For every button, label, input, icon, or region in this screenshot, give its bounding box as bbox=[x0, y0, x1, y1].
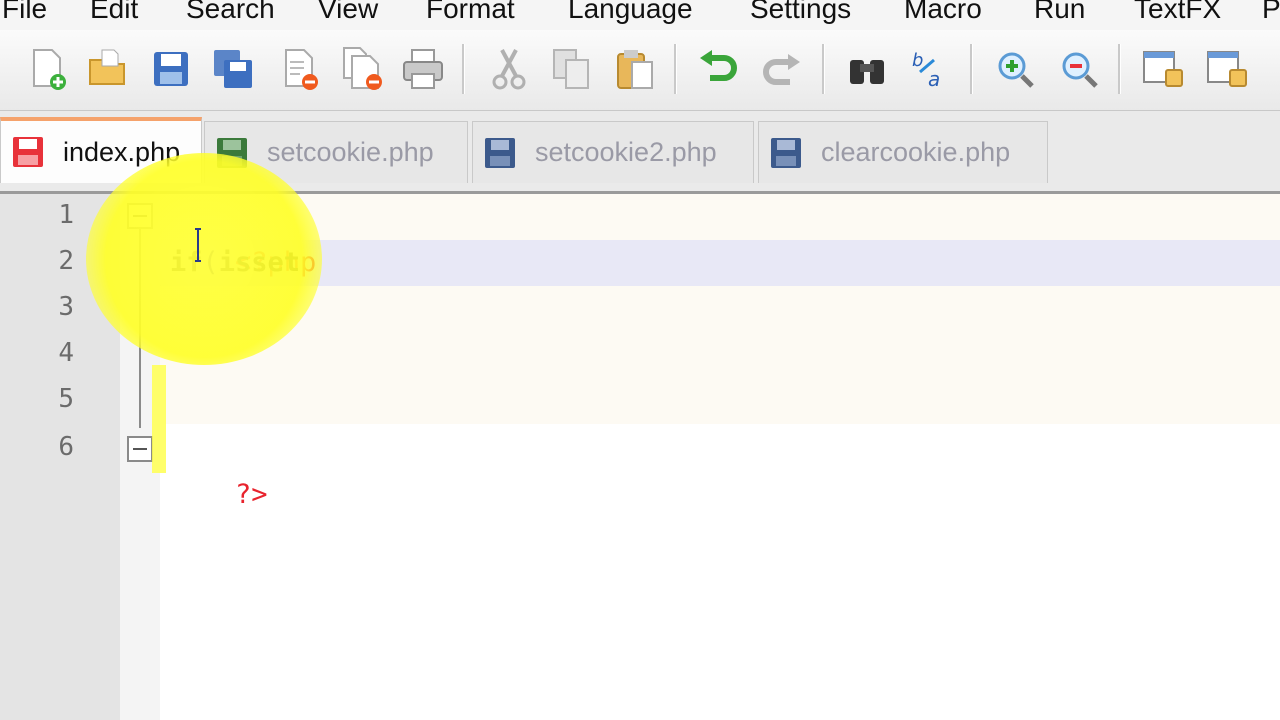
cut-icon bbox=[492, 49, 526, 90]
tab-index-php[interactable]: index.php bbox=[0, 117, 202, 183]
sync-horizontal-button[interactable] bbox=[1202, 44, 1252, 94]
line-number: 6 bbox=[58, 432, 74, 462]
line-background bbox=[160, 378, 1280, 424]
replace-icon: ba bbox=[912, 50, 940, 91]
menu-view[interactable]: View bbox=[318, 0, 378, 27]
line-background bbox=[160, 194, 1280, 240]
line-number: 5 bbox=[58, 384, 74, 414]
toolbar-separator bbox=[822, 44, 825, 94]
line-number: 1 bbox=[58, 200, 74, 230]
print-icon bbox=[403, 49, 443, 89]
open-paren: ( bbox=[202, 247, 219, 278]
new-file-button[interactable] bbox=[22, 44, 72, 94]
line-background bbox=[160, 332, 1280, 378]
saved-file-icon bbox=[769, 136, 803, 170]
menu-file[interactable]: File bbox=[2, 0, 47, 27]
print-button[interactable] bbox=[398, 44, 448, 94]
tab-label: clearcookie.php bbox=[821, 137, 1011, 167]
toolbar-separator bbox=[970, 44, 973, 94]
save-button[interactable] bbox=[146, 44, 196, 94]
tab-setcookie2-php[interactable]: setcookie2.php bbox=[472, 121, 754, 183]
toolbar: ba bbox=[0, 30, 1280, 111]
zoom-in-button[interactable] bbox=[990, 44, 1040, 94]
saved-file-icon bbox=[483, 136, 517, 170]
zoom-out-icon bbox=[1062, 52, 1098, 88]
find-icon bbox=[850, 60, 884, 84]
menu-textfx[interactable]: TextFX bbox=[1134, 0, 1221, 27]
paste-icon bbox=[617, 50, 653, 89]
open-file-button[interactable] bbox=[82, 44, 132, 94]
tab-bar: index.php setcookie.php setcookie2.php c… bbox=[0, 111, 1280, 194]
line-background bbox=[160, 286, 1280, 332]
tab-label: setcookie2.php bbox=[535, 137, 717, 167]
redo-button[interactable] bbox=[756, 44, 806, 94]
copy-icon bbox=[553, 49, 589, 89]
line-number: 3 bbox=[58, 292, 74, 322]
close-all-button[interactable] bbox=[338, 44, 388, 94]
save-all-button[interactable] bbox=[208, 44, 258, 94]
svg-text:b: b bbox=[912, 50, 923, 71]
unsaved-file-icon bbox=[11, 135, 45, 169]
menu-format[interactable]: Format bbox=[426, 0, 515, 27]
zoom-in-icon bbox=[998, 52, 1034, 88]
fold-toggle[interactable] bbox=[127, 203, 153, 229]
line-number: 2 bbox=[58, 246, 74, 276]
close-button[interactable] bbox=[274, 44, 324, 94]
fold-guide-line bbox=[139, 228, 141, 428]
sync-vertical-button[interactable] bbox=[1138, 44, 1188, 94]
undo-icon bbox=[700, 50, 737, 81]
close-all-icon bbox=[343, 47, 382, 90]
paste-button[interactable] bbox=[610, 44, 660, 94]
saved-file-icon bbox=[215, 136, 249, 170]
tab-setcookie-php[interactable]: setcookie.php bbox=[204, 121, 468, 183]
tab-label: index.php bbox=[63, 136, 181, 167]
sync-horizontal-icon bbox=[1207, 51, 1247, 87]
replace-button[interactable]: ba bbox=[906, 44, 956, 94]
current-line-highlight bbox=[160, 240, 1280, 286]
tab-label: setcookie.php bbox=[267, 137, 434, 167]
function-isset: isset bbox=[218, 247, 301, 278]
toolbar-separator bbox=[674, 44, 677, 94]
close-icon bbox=[285, 49, 318, 90]
toolbar-separator bbox=[462, 44, 465, 94]
tab-clearcookie-php[interactable]: clearcookie.php bbox=[758, 121, 1048, 183]
menu-run[interactable]: Run bbox=[1034, 0, 1085, 27]
undo-button[interactable] bbox=[694, 44, 744, 94]
new-file-icon bbox=[33, 49, 66, 90]
code-line-6: ?> bbox=[170, 426, 268, 564]
menu-plugins[interactable]: P bbox=[1262, 0, 1280, 27]
copy-button[interactable] bbox=[546, 44, 596, 94]
code-editor[interactable]: 1 2 3 4 5 6 <?php if(isset ?> bbox=[0, 194, 1280, 720]
zoom-out-button[interactable] bbox=[1054, 44, 1104, 94]
menu-bar: File Edit Search View Format Language Se… bbox=[0, 0, 1280, 30]
svg-text:a: a bbox=[928, 67, 940, 91]
save-all-icon bbox=[214, 50, 252, 88]
menu-search[interactable]: Search bbox=[186, 0, 275, 27]
php-close-tag: ?> bbox=[235, 479, 268, 510]
sync-vertical-icon bbox=[1143, 51, 1183, 87]
code-line-2: if(isset bbox=[170, 240, 300, 286]
menu-macro[interactable]: Macro bbox=[904, 0, 982, 27]
menu-settings[interactable]: Settings bbox=[750, 0, 851, 27]
cut-button[interactable] bbox=[484, 44, 534, 94]
open-folder-icon bbox=[89, 49, 125, 85]
menu-edit[interactable]: Edit bbox=[90, 0, 138, 27]
fold-toggle[interactable] bbox=[127, 436, 153, 462]
find-button[interactable] bbox=[842, 44, 892, 94]
save-icon bbox=[154, 52, 188, 86]
redo-icon bbox=[763, 54, 800, 85]
menu-language[interactable]: Language bbox=[568, 0, 693, 27]
toolbar-separator bbox=[1118, 44, 1121, 94]
text-cursor-icon bbox=[195, 228, 201, 262]
line-number: 4 bbox=[58, 338, 74, 368]
